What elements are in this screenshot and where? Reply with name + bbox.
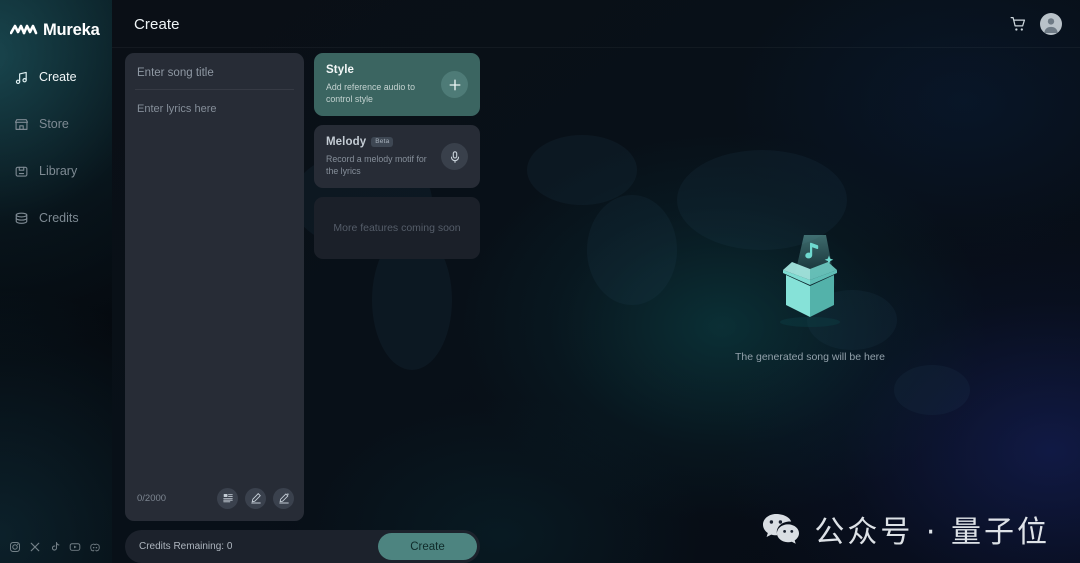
- beta-badge: Beta: [371, 137, 394, 147]
- wechat-icon: [763, 514, 800, 544]
- melody-description: Record a melody motif for the lyrics: [326, 154, 427, 177]
- ai-write-button[interactable]: [273, 487, 294, 509]
- page-title: Create: [134, 15, 180, 33]
- discord-icon[interactable]: [89, 541, 101, 553]
- result-stage: The generated song will be here: [490, 53, 1080, 563]
- microphone-icon: [450, 150, 459, 163]
- melody-card-body: Melody Beta Record a melody motif for th…: [326, 136, 441, 178]
- sidebar-item-create[interactable]: Create: [0, 58, 112, 96]
- watermark: 公众号 · 量子位: [761, 507, 1050, 551]
- open-box-music-icon: [780, 235, 840, 327]
- style-title-row: Style: [326, 64, 437, 76]
- app-root: Mureka Create Store Library Credits Crea…: [0, 0, 1080, 563]
- credits-stack-icon: [14, 211, 29, 226]
- empty-state-text: The generated song will be here: [734, 351, 885, 363]
- lyrics-card: 0/2000: [125, 53, 304, 521]
- sidebar-item-label: Store: [39, 117, 69, 131]
- style-title: Style: [326, 64, 354, 76]
- header-actions: [1008, 13, 1062, 35]
- melody-title-row: Melody Beta: [326, 136, 437, 148]
- melody-card[interactable]: Melody Beta Record a melody motif for th…: [314, 125, 480, 188]
- credits-remaining-label: Credits Remaining: 0: [139, 541, 233, 552]
- box-shape: [783, 262, 837, 317]
- style-description: Add reference audio to control style: [326, 82, 416, 105]
- tiktok-icon[interactable]: [49, 541, 61, 553]
- sidebar-item-label: Library: [39, 164, 78, 178]
- add-reference-audio-button[interactable]: [441, 71, 468, 98]
- user-avatar-icon: [1044, 18, 1058, 33]
- melody-title: Melody: [326, 136, 367, 148]
- coming-soon-card: More features coming soon: [314, 197, 480, 259]
- sidebar-item-credits[interactable]: Credits: [0, 199, 112, 237]
- lyrics-template-icon: [222, 494, 233, 503]
- style-card[interactable]: Style Add reference audio to control sty…: [314, 53, 480, 116]
- waveform-logo-icon: [10, 24, 38, 35]
- lyrics-tools: [217, 487, 294, 509]
- brand-name: Mureka: [43, 21, 100, 39]
- character-counter: 0/2000: [137, 492, 167, 504]
- header-divider: [112, 47, 1080, 48]
- social-links: [9, 541, 101, 553]
- brand-logo[interactable]: Mureka: [0, 0, 112, 48]
- avatar[interactable]: [1040, 13, 1062, 35]
- youtube-icon[interactable]: [69, 541, 81, 553]
- x-twitter-icon[interactable]: [29, 541, 41, 553]
- record-melody-button[interactable]: [441, 143, 468, 170]
- ai-write-icon: [278, 492, 289, 504]
- lyrics-template-button[interactable]: [217, 487, 238, 509]
- top-header: Create: [112, 0, 1080, 48]
- composer-row: 0/2000: [125, 53, 480, 521]
- sidebar-item-label: Credits: [39, 211, 79, 225]
- sidebar-item-store[interactable]: Store: [0, 105, 112, 143]
- lyrics-input[interactable]: [125, 90, 304, 479]
- store-icon: [14, 117, 29, 132]
- feature-cards: Style Add reference audio to control sty…: [314, 53, 480, 521]
- composer-panel: 0/2000: [125, 53, 480, 563]
- song-title-input[interactable]: [125, 53, 304, 89]
- plus-icon: [449, 79, 460, 90]
- empty-state: The generated song will be here: [730, 225, 890, 363]
- shopping-cart-icon[interactable]: [1008, 14, 1028, 34]
- sidebar-item-library[interactable]: Library: [0, 152, 112, 190]
- music-note-icon: [14, 70, 29, 85]
- lyrics-footer: 0/2000: [125, 479, 304, 521]
- style-card-body: Style Add reference audio to control sty…: [326, 64, 441, 106]
- watermark-text: 公众号 · 量子位: [814, 515, 1050, 550]
- work-area: 0/2000: [112, 48, 1080, 563]
- instagram-icon[interactable]: [9, 541, 21, 553]
- library-box-icon: [14, 164, 29, 179]
- sidebar: Mureka Create Store Library Credits: [0, 0, 112, 563]
- create-bar: Credits Remaining: 0 Create: [125, 530, 480, 563]
- create-button[interactable]: Create: [378, 533, 477, 560]
- sidebar-item-label: Create: [39, 70, 77, 84]
- write-lyrics-button[interactable]: [245, 487, 266, 509]
- coming-soon-label: More features coming soon: [333, 222, 461, 234]
- write-pencil-icon: [250, 493, 261, 504]
- main-area: Create Enter song title Enter lyrics her…: [112, 0, 1080, 563]
- sidebar-nav: Create Store Library Credits: [0, 58, 112, 237]
